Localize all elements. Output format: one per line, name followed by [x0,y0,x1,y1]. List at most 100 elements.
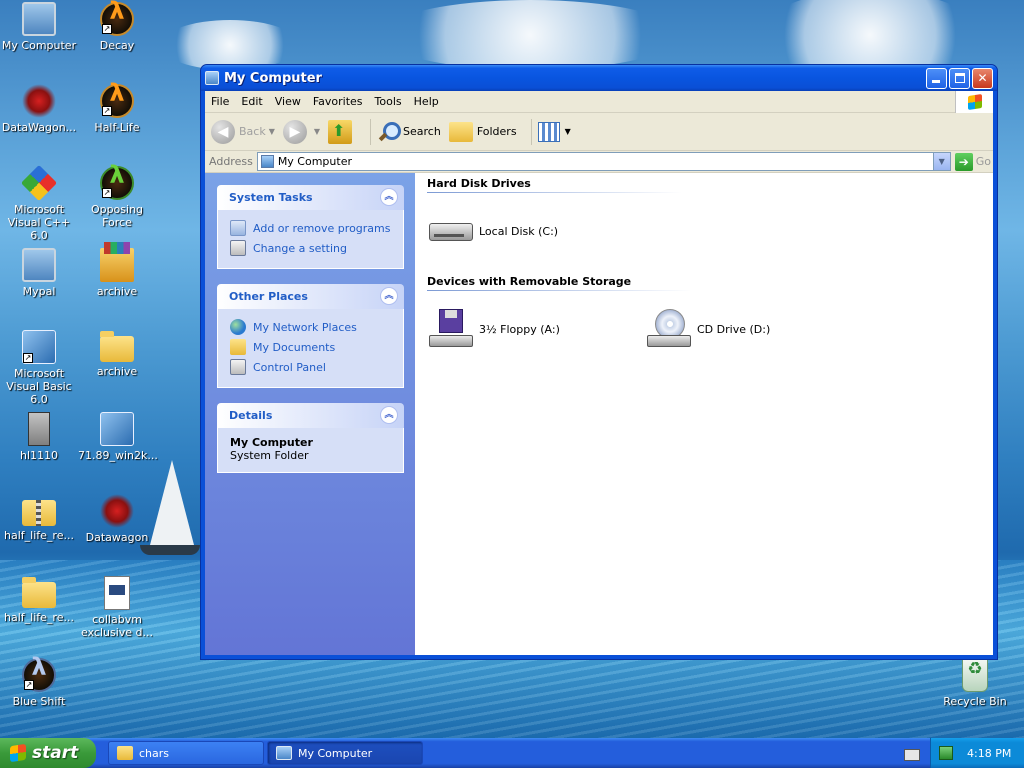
details-header[interactable]: Details ︽ [217,403,404,428]
menu-bar: File Edit View Favorites Tools Help [205,91,993,113]
back-button[interactable]: ◀ Back ▼ [211,119,275,144]
taskbar-item-chars[interactable]: chars [108,741,264,765]
other-places-header[interactable]: Other Places ︽ [217,284,404,309]
half-life-icon: ↗ [100,2,134,36]
details-type: System Folder [230,449,309,462]
toolbar: ◀ Back ▼ ▶ ▼ Search Folders [205,113,993,151]
add-remove-programs-icon [230,220,246,236]
address-value: My Computer [277,155,352,168]
my-documents-link[interactable]: My Documents [230,337,391,357]
details-panel: Details ︽ My Computer System Folder [217,403,404,473]
search-button[interactable]: Search [377,121,441,143]
desktop-icon-half-life-zip[interactable]: half_life_re... [0,494,78,542]
group-title-hard-disk: Hard Disk Drives [427,177,531,190]
visual-cpp-icon [20,164,58,202]
collapse-icon[interactable]: ︽ [380,188,398,206]
folders-button[interactable]: Folders [448,121,517,142]
up-button[interactable] [328,119,356,144]
title-bar[interactable]: My Computer ✕ [201,65,997,91]
other-places-panel: Other Places ︽ My Network Places My Docu… [217,284,404,388]
installer-icon [28,412,50,446]
control-panel-link[interactable]: Control Panel [230,357,391,377]
mypal-icon [22,248,56,282]
clock[interactable]: 4:18 PM [967,747,1011,760]
desktop-icon-my-computer[interactable]: My Computer [0,2,78,52]
maximize-button[interactable] [949,67,970,89]
menu-help[interactable]: Help [408,95,445,108]
network-icon[interactable] [939,746,953,760]
collapse-icon[interactable]: ︽ [380,287,398,305]
menu-tools[interactable]: Tools [369,95,408,108]
group-title-removable: Devices with Removable Storage [427,275,632,288]
forward-button[interactable]: ▶ ▼ [282,119,320,144]
minimize-button[interactable] [926,67,947,89]
address-input[interactable]: My Computer ▼ [256,152,951,171]
menu-favorites[interactable]: Favorites [307,95,369,108]
go-arrow-icon: ➔ [954,152,973,171]
menu-view[interactable]: View [269,95,307,108]
add-remove-programs-link[interactable]: Add or remove programs [230,218,391,238]
floppy-drive-icon [427,309,475,349]
desktop-icon-mypal[interactable]: Mypal [0,248,78,298]
desktop-icon-driver[interactable]: 71.89_win2k... [78,412,158,462]
desktop-icon-datawagon[interactable]: DataWagon... [0,84,78,134]
setup-icon [100,412,134,446]
close-button[interactable]: ✕ [972,67,993,89]
datawagon-icon [22,84,56,118]
go-button[interactable]: ➔ Go [954,152,991,171]
desktop-icon-archive-box[interactable]: archive [78,242,156,298]
views-button[interactable]: ▼ [537,121,571,142]
wallpaper-sailboat-hull [140,545,200,555]
datawagon-icon [100,494,134,528]
computer-icon [260,155,274,168]
chevron-down-icon: ▼ [564,127,571,136]
recycle-bin-icon [962,658,988,692]
desktop-icon-opposing-force[interactable]: ↗ Opposing Force [78,166,156,229]
network-places-icon [230,319,246,335]
desktop-icon-half-life[interactable]: ↗ Half-Life [78,84,156,134]
menu-file[interactable]: File [205,95,235,108]
desktop-icon-visual-basic[interactable]: ↗ Microsoft Visual Basic 6.0 [0,330,78,406]
my-documents-icon [230,339,246,355]
desktop-icon-half-life-folder[interactable]: half_life_re... [0,576,78,624]
address-dropdown-button[interactable]: ▼ [932,153,950,170]
toolbar-separator [530,118,532,145]
toolbar-separator [370,118,372,145]
start-button[interactable]: start [0,738,96,768]
folders-icon [448,121,473,142]
details-name: My Computer [230,436,313,449]
wallpaper-sailboat [150,460,194,545]
change-setting-link[interactable]: Change a setting [230,238,391,258]
my-computer-icon [22,2,56,36]
wallpaper-cloud [380,0,680,70]
windows-logo-icon [955,91,993,113]
computer-icon [276,746,292,760]
taskbar-item-my-computer[interactable]: My Computer [267,741,423,765]
desktop-icon-collabvm-doc[interactable]: collabvm exclusive d... [78,576,156,639]
my-network-places-link[interactable]: My Network Places [230,317,391,337]
local-disk-c[interactable]: Local Disk (C:) [427,211,645,251]
desktop-icon-blue-shift[interactable]: ↗ Blue Shift [0,658,78,708]
chevron-down-icon: ▼ [268,127,275,136]
keyboard-layout-icon[interactable] [904,749,920,761]
visual-basic-icon: ↗ [22,330,56,364]
desktop-icon-recycle-bin[interactable]: Recycle Bin [936,658,1014,708]
menu-edit[interactable]: Edit [235,95,268,108]
desktop-icon-hl1110[interactable]: hl1110 [0,412,78,462]
desktop-icon-visual-cpp[interactable]: Microsoft Visual C++ 6.0 [0,164,78,242]
views-icon [537,121,560,142]
forward-arrow-icon: ▶ [282,119,307,144]
system-tasks-header[interactable]: System Tasks ︽ [217,185,404,210]
collapse-icon[interactable]: ︽ [380,406,398,424]
desktop-icon-archive-folder[interactable]: archive [78,330,156,378]
floppy-drive-a[interactable]: 3½ Floppy (A:) [427,309,645,349]
content-area: System Tasks ︽ Add or remove programs Ch… [205,173,993,655]
task-pane: System Tasks ︽ Add or remove programs Ch… [205,173,415,655]
my-computer-window[interactable]: My Computer ✕ File Edit View Favorites T… [200,64,998,660]
desktop-icon-decay[interactable]: ↗ Decay [78,2,156,52]
cd-drive-d[interactable]: CD Drive (D:) [645,309,863,349]
group-divider [427,290,692,291]
group-divider [427,192,682,193]
window-title: My Computer [224,70,322,86]
desktop-icon-datawagon-2[interactable]: Datawagon [78,494,156,544]
